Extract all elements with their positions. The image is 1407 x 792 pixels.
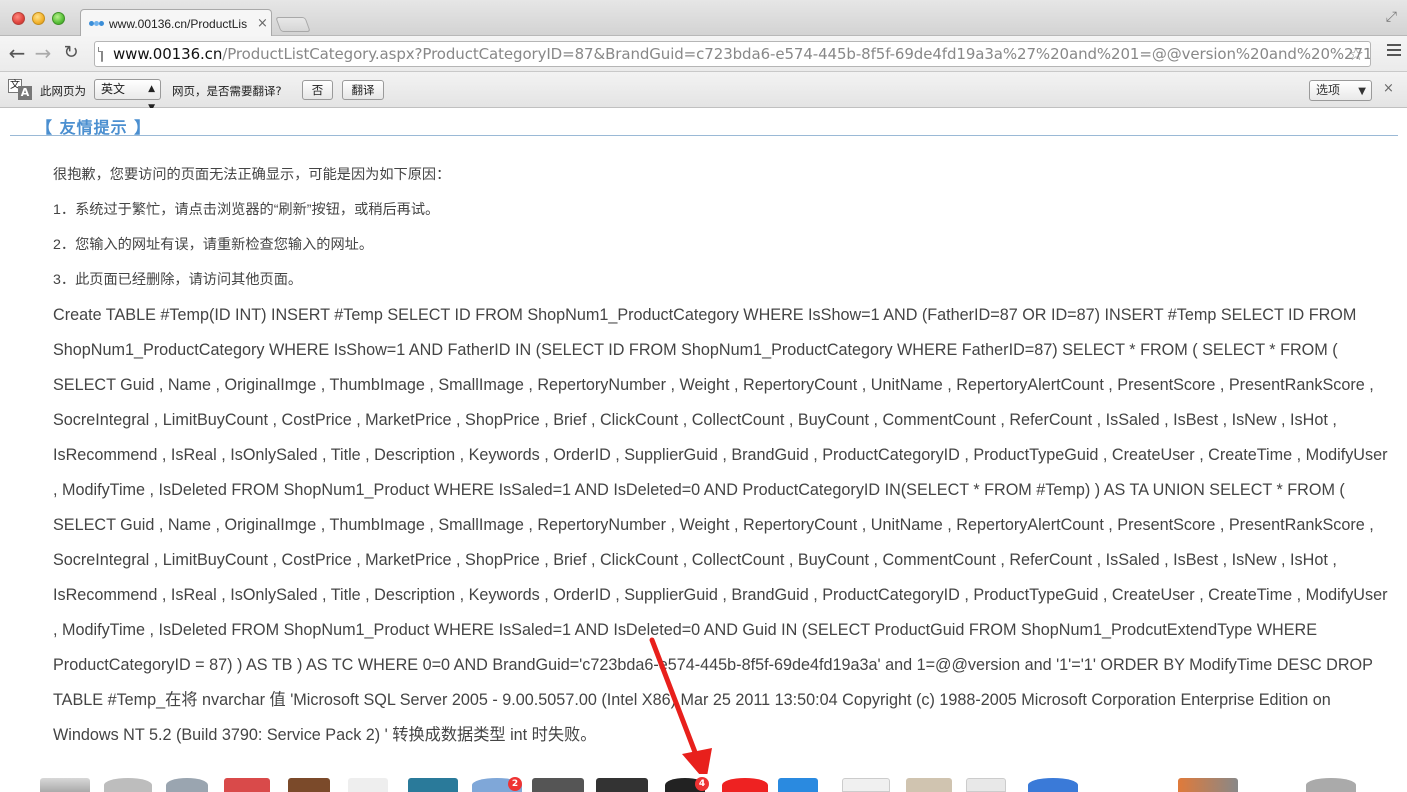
source-language-value: 英文: [101, 82, 126, 96]
translate-options-select[interactable]: 选项 ▼: [1309, 80, 1372, 101]
fullscreen-icon[interactable]: ⤢: [1386, 9, 1397, 25]
translate-question: 网页，是否需要翻译?: [172, 84, 282, 98]
title-divider: [10, 135, 1398, 136]
no-translate-button[interactable]: 否: [302, 80, 333, 100]
notification-badge: 4: [695, 777, 709, 791]
translate-prefix: 此网页为: [40, 84, 86, 98]
source-language-select[interactable]: 英文 ▲▼: [94, 79, 161, 113]
tab-close-icon[interactable]: ×: [257, 16, 268, 31]
notification-badge: 2: [508, 777, 522, 791]
translate-options-label: 选项: [1316, 83, 1341, 97]
tab-title: www.00136.cn/ProductLis: [109, 16, 248, 31]
sql-error-text: Create TABLE #Temp(ID INT) INSERT #Temp …: [53, 306, 1388, 744]
browser-toolbar: ← → ↻ www.00136.cn/ProductListCategory.a…: [0, 36, 1407, 72]
translate-infobar: 文A 此网页为 英文 ▲▼ 网页，是否需要翻译? 否 翻译 选项 ▼ ×: [0, 72, 1407, 113]
url-text[interactable]: www.00136.cn/ProductListCategory.aspx?Pr…: [113, 45, 1371, 63]
translate-close-icon[interactable]: ×: [1383, 81, 1394, 96]
page-content: 【 友情提示 】 很抱歉，您要访问的页面无法正确显示，可能是因为如下原因： 1．…: [0, 108, 1407, 782]
menu-hamburger-icon[interactable]: [1387, 44, 1401, 58]
window-minimize-button[interactable]: [32, 12, 45, 25]
url-path: /ProductListCategory.aspx?ProductCategor…: [222, 45, 1371, 63]
reload-icon[interactable]: ↻: [60, 42, 82, 64]
reason-item: 2．您输入的网址有误，请重新检查您输入的网址。: [53, 237, 374, 253]
error-message: 很抱歉，您要访问的页面无法正确显示，可能是因为如下原因： 1．系统过于繁忙，请点…: [53, 158, 1393, 753]
address-bar[interactable]: www.00136.cn/ProductListCategory.aspx?Pr…: [94, 41, 1371, 67]
window-zoom-button[interactable]: [52, 12, 65, 25]
macos-dock: 2 4: [0, 774, 1407, 792]
reason-item: 1．系统过于繁忙，请点击浏览器的“刷新”按钮，或稍后再试。: [53, 202, 440, 218]
browser-tab[interactable]: www.00136.cn/ProductLis ×: [80, 9, 272, 37]
back-arrow-icon[interactable]: ←: [6, 42, 28, 64]
window-close-button[interactable]: [12, 12, 25, 25]
site-favicon-icon: [89, 19, 105, 29]
bookmark-star-icon[interactable]: ☆: [1348, 44, 1364, 65]
translate-icon: 文A: [8, 79, 34, 101]
reason-item: 3．此页面已经删除，请访问其他页面。: [53, 272, 303, 288]
new-tab-button[interactable]: [275, 17, 311, 32]
translate-button[interactable]: 翻译: [342, 80, 384, 100]
url-host: www.00136.cn: [113, 45, 223, 63]
page-icon: [98, 46, 103, 62]
error-intro: 很抱歉，您要访问的页面无法正确显示，可能是因为如下原因：: [53, 167, 451, 183]
forward-arrow-icon[interactable]: →: [32, 42, 54, 64]
tab-strip: www.00136.cn/ProductLis × ⤢: [0, 0, 1407, 37]
red-annotation-arrow: [649, 637, 712, 782]
chevron-down-icon: ▼: [1358, 86, 1366, 97]
